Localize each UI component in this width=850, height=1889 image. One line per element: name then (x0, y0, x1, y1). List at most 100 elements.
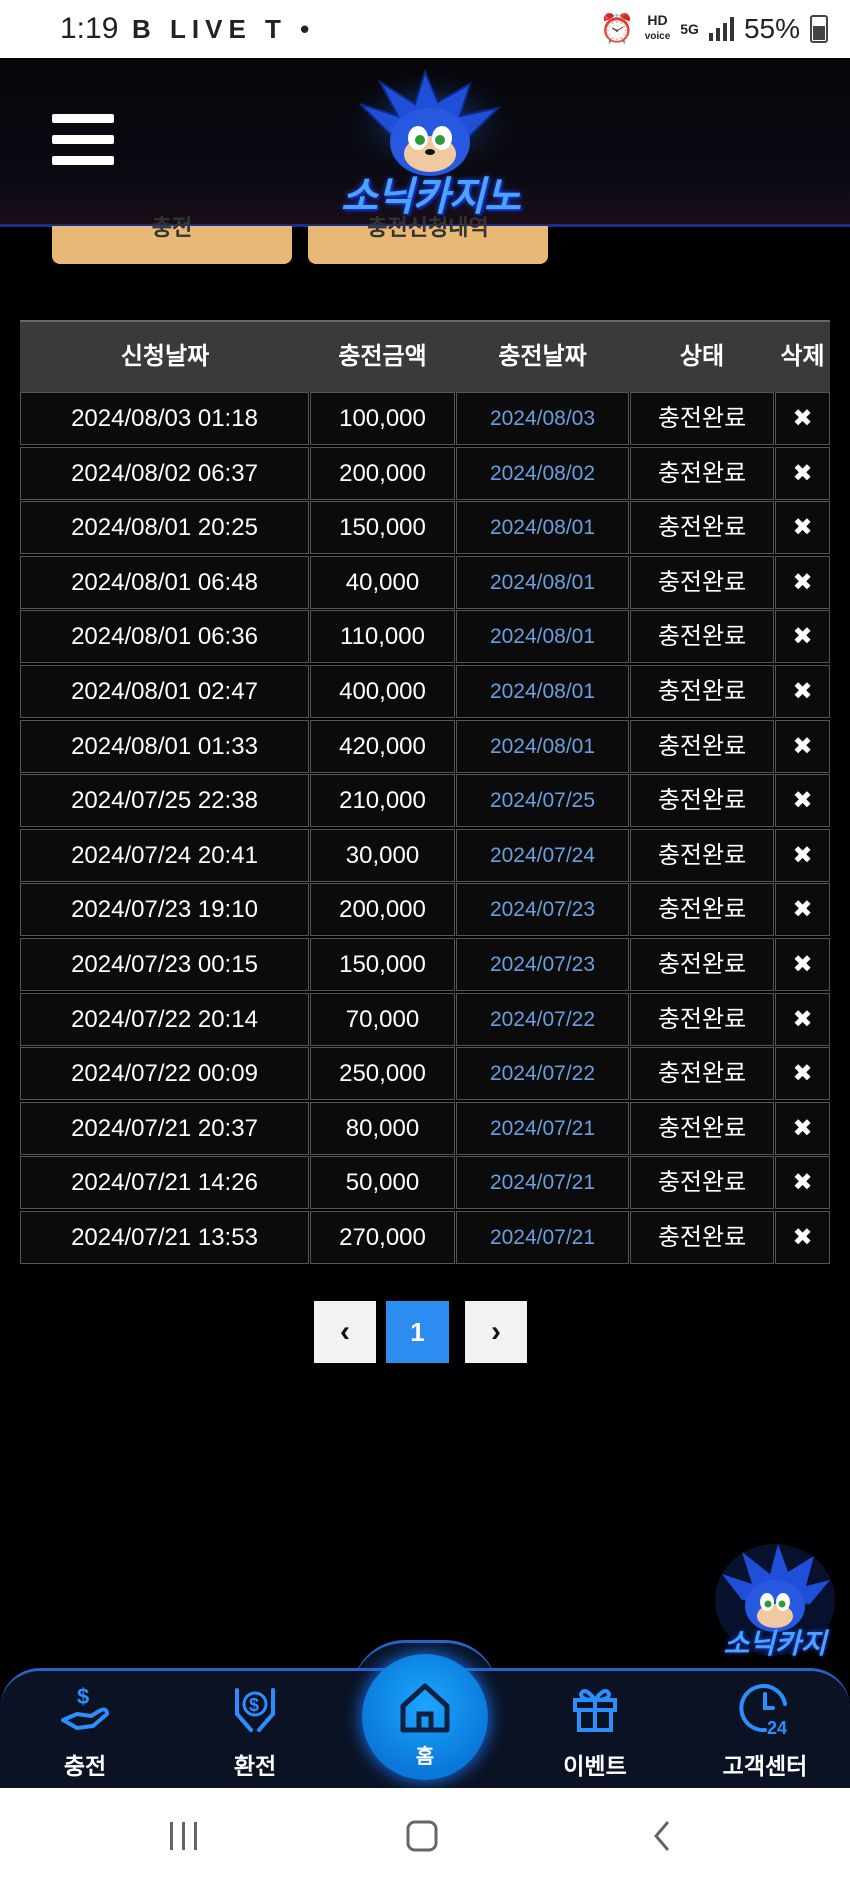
row-deposit-date: 2024/08/01 (456, 501, 629, 555)
site-logo[interactable]: 소닉카지노 (320, 64, 540, 219)
row-delete-button[interactable]: ✖ (775, 501, 830, 555)
row-request-date: 2024/07/23 19:10 (20, 883, 309, 937)
row-amount: 100,000 (310, 392, 455, 445)
col-deposit-date: 충전날짜 (498, 343, 587, 370)
row-delete-button[interactable]: ✖ (775, 665, 830, 718)
battery-icon (810, 14, 828, 43)
row-deposit-date: 2024/07/23 (456, 883, 629, 937)
row-amount: 110,000 (310, 610, 455, 664)
row-status: 충전완료 (630, 992, 774, 1046)
table-row: 2024/07/23 19:10 200,000 2024/07/23 충전완료 ✖ (20, 883, 830, 937)
row-amount: 250,000 (310, 1047, 455, 1101)
row-deposit-date: 2024/07/21 (456, 1211, 629, 1264)
hd-voice-icon: HD voice (644, 12, 671, 42)
notification-icons: B LIVE T • (132, 14, 316, 44)
table-row: 2024/07/21 13:53 270,000 2024/07/21 충전완료 ✖ (20, 1211, 830, 1264)
home-system-icon[interactable] (404, 1816, 440, 1856)
logo-text: 소닉카지노 (341, 175, 521, 219)
system-nav-bar (0, 1788, 850, 1889)
svg-text:24: 24 (767, 1718, 787, 1736)
row-deposit-date: 2024/08/01 (456, 665, 629, 718)
recent-apps-icon[interactable] (166, 1816, 202, 1856)
row-delete-button[interactable]: ✖ (775, 774, 830, 828)
battery-percent: 55% (743, 12, 800, 44)
nav-deposit[interactable]: $ 충전 (30, 1680, 140, 1781)
row-deposit-date: 2024/08/01 (456, 610, 629, 664)
row-request-date: 2024/07/22 20:14 (20, 992, 309, 1046)
row-delete-button[interactable]: ✖ (775, 1156, 830, 1210)
col-request-date: 신청날짜 (120, 343, 210, 370)
tab-deposit[interactable]: 충전 (52, 217, 292, 264)
table-row: 2024/07/25 22:38 210,000 2024/07/25 충전완료 ✖ (20, 774, 830, 828)
tab-deposit-history[interactable]: 충전신청내역 (308, 217, 548, 264)
row-status: 충전완료 (630, 1211, 774, 1264)
nav-withdraw[interactable]: $ 환전 (200, 1680, 310, 1781)
table-row: 2024/07/22 20:14 70,000 2024/07/22 충전완료 ✖ (20, 992, 830, 1046)
table-header: 신청날짜 충전금액 충전날짜 상태 삭제 (20, 320, 830, 392)
signal-icon (708, 16, 734, 41)
row-request-date: 2024/07/21 14:26 (20, 1156, 309, 1210)
row-delete-button[interactable]: ✖ (775, 1101, 830, 1155)
row-amount: 270,000 (310, 1211, 455, 1264)
row-amount: 30,000 (310, 828, 455, 882)
row-deposit-date: 2024/08/02 (456, 446, 629, 500)
nav-home[interactable]: 홈 (362, 1654, 488, 1780)
row-delete-button[interactable]: ✖ (775, 1211, 830, 1264)
table-row: 2024/08/01 06:48 40,000 2024/08/01 충전완료 ✖ (20, 555, 830, 609)
alarm-icon: ⏰ (599, 13, 635, 44)
table-row: 2024/08/03 01:18 100,000 2024/08/03 충전완료 ✖ (20, 392, 830, 445)
row-delete-button[interactable]: ✖ (775, 555, 830, 609)
row-request-date: 2024/07/23 00:15 (20, 938, 309, 991)
row-request-date: 2024/08/01 20:25 (20, 501, 309, 555)
row-amount: 210,000 (310, 774, 455, 828)
col-amount: 충전금액 (338, 343, 427, 370)
table-row: 2024/08/01 01:33 420,000 2024/08/01 충전완료 ✖ (20, 719, 830, 773)
floating-sonic-button[interactable]: 소닉카지 (712, 1540, 838, 1659)
app-header: 소닉카지노 (0, 58, 850, 227)
gift-icon (573, 1689, 617, 1732)
row-amount: 40,000 (310, 555, 455, 609)
tab-deposit-history-label: 충전신청내역 (367, 215, 489, 240)
current-page-button[interactable]: 1 (386, 1301, 449, 1363)
row-request-date: 2024/07/22 00:09 (20, 1047, 309, 1101)
col-status: 상태 (679, 343, 725, 370)
row-status: 충전완료 (630, 446, 774, 500)
row-status: 충전완료 (630, 555, 774, 609)
support-24-icon: 24 (739, 1684, 787, 1738)
row-delete-button[interactable]: ✖ (775, 719, 830, 773)
row-deposit-date: 2024/07/25 (456, 774, 629, 828)
menu-icon[interactable] (52, 114, 114, 170)
row-request-date: 2024/08/01 02:47 (20, 665, 309, 718)
row-request-date: 2024/08/01 01:33 (20, 719, 309, 773)
row-delete-button[interactable]: ✖ (775, 610, 830, 664)
table-row: 2024/07/21 14:26 50,000 2024/07/21 충전완료 ✖ (20, 1156, 830, 1210)
row-delete-button[interactable]: ✖ (775, 1047, 830, 1101)
row-delete-button[interactable]: ✖ (775, 938, 830, 991)
row-delete-button[interactable]: ✖ (775, 446, 830, 500)
table-row: 2024/07/24 20:41 30,000 2024/07/24 충전완료 ✖ (20, 828, 830, 882)
nav-event[interactable]: 이벤트 (540, 1680, 650, 1781)
nav-home-label: 홈 (415, 1746, 435, 1768)
network-icon: 5G (680, 20, 699, 37)
row-deposit-date: 2024/08/01 (456, 719, 629, 773)
withdraw-hands-icon: $ (235, 1688, 275, 1732)
row-delete-button[interactable]: ✖ (775, 992, 830, 1046)
prev-page-button[interactable]: ‹ (314, 1301, 376, 1363)
row-deposit-date: 2024/07/23 (456, 938, 629, 991)
row-delete-button[interactable]: ✖ (775, 828, 830, 882)
deposit-hand-icon: $ (61, 1684, 109, 1730)
tab-deposit-label: 충전 (151, 215, 193, 240)
nav-support[interactable]: 24 고객센터 (710, 1680, 820, 1781)
row-deposit-date: 2024/08/01 (456, 555, 629, 609)
table-row: 2024/08/01 06:36 110,000 2024/08/01 충전완료 ✖ (20, 610, 830, 664)
nav-withdraw-label: 환전 (233, 1753, 277, 1779)
row-request-date: 2024/08/01 06:48 (20, 555, 309, 609)
row-deposit-date: 2024/07/22 (456, 1047, 629, 1101)
nav-event-label: 이벤트 (563, 1753, 627, 1779)
row-delete-button[interactable]: ✖ (775, 392, 830, 445)
row-request-date: 2024/07/21 20:37 (20, 1101, 309, 1155)
row-status: 충전완료 (630, 501, 774, 555)
back-icon[interactable] (648, 1816, 678, 1856)
next-page-button[interactable]: › (465, 1301, 527, 1363)
row-delete-button[interactable]: ✖ (775, 883, 830, 937)
